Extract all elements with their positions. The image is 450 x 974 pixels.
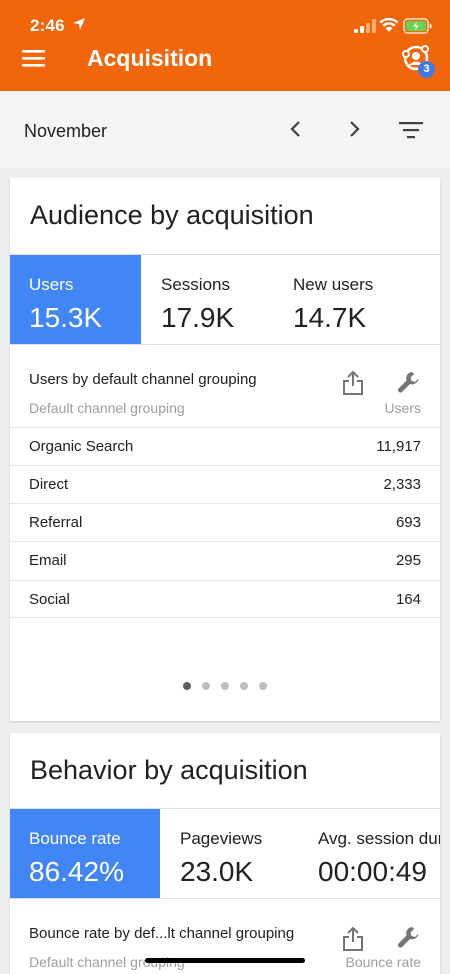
account-badge: 3: [418, 61, 435, 78]
previous-period-button[interactable]: [286, 118, 306, 140]
metric-value: 14.7K: [293, 302, 367, 333]
row-value: 2,333: [383, 476, 421, 493]
wrench-icon[interactable]: [396, 924, 424, 952]
row-value: 164: [395, 591, 421, 608]
metric-pageviews[interactable]: Pageviews 23.0K: [160, 809, 298, 898]
metric-label: Pageviews: [180, 829, 263, 848]
behavior-card: Behavior by acquisition Bounce rate 86.4…: [10, 733, 440, 974]
filter-button[interactable]: [398, 120, 424, 140]
metric-value: 23.0K: [180, 856, 254, 887]
page-dot[interactable]: [259, 682, 267, 690]
table-row[interactable]: Referral 693: [10, 503, 440, 541]
cellular-signal-icon: [354, 19, 376, 33]
page-dot[interactable]: [183, 682, 191, 690]
metric-value: 17.9K: [161, 302, 235, 333]
menu-button[interactable]: [21, 47, 47, 69]
metric-value: 15.3K: [29, 302, 103, 333]
date-bar: November: [0, 91, 450, 168]
page-title: Acquisition: [87, 45, 213, 71]
metric-value: 00:00:49: [318, 856, 427, 887]
column-header-users: Users: [384, 400, 421, 416]
battery-icon: [403, 18, 432, 34]
audience-card: Audience by acquisition Users 15.3K Sess…: [10, 178, 440, 721]
share-icon[interactable]: [342, 370, 364, 396]
row-channel: Organic Search: [29, 438, 134, 455]
metric-label: New users: [293, 275, 374, 294]
status-bar: 2:46: [0, 0, 450, 44]
row-value: 11,917: [376, 438, 421, 455]
metric-label: Avg. session dur: [318, 829, 440, 848]
page-dot[interactable]: [202, 682, 210, 690]
metric-sessions[interactable]: Sessions 17.9K: [141, 255, 273, 344]
page-dot[interactable]: [240, 682, 248, 690]
page-dot[interactable]: [221, 682, 229, 690]
wrench-icon[interactable]: [396, 369, 424, 397]
behavior-metrics: Bounce rate 86.42% Pageviews 23.0K Avg. …: [10, 808, 440, 899]
app-bar: 2:46 Acquisition 3: [0, 0, 450, 91]
column-header-channel: Default channel grouping: [29, 400, 185, 416]
next-period-button[interactable]: [344, 118, 364, 140]
row-channel: Social: [29, 591, 70, 608]
column-header-bounce-rate: Bounce rate: [345, 954, 422, 970]
date-range-label[interactable]: November: [24, 121, 107, 142]
row-value: 693: [395, 514, 421, 531]
row-channel: Referral: [29, 514, 83, 531]
share-icon[interactable]: [342, 926, 364, 952]
row-channel: Direct: [29, 476, 69, 493]
behavior-card-title: Behavior by acquisition: [30, 755, 308, 785]
table-row[interactable]: Organic Search 11,917: [10, 427, 440, 465]
metric-label: Sessions: [161, 275, 230, 294]
metric-new-users[interactable]: New users 14.7K: [273, 255, 440, 344]
metric-label: Users: [29, 275, 74, 294]
table-row[interactable]: Email 295: [10, 541, 440, 579]
home-indicator[interactable]: [145, 958, 305, 963]
table-row[interactable]: Social 164: [10, 580, 440, 618]
page-indicator[interactable]: [183, 682, 273, 690]
row-channel: Email: [29, 552, 67, 569]
metric-users[interactable]: Users 15.3K: [10, 255, 141, 344]
audience-metrics: Users 15.3K Sessions 17.9K New users 14.…: [10, 254, 440, 345]
table-title: Users by default channel grouping: [29, 371, 257, 388]
row-value: 295: [395, 552, 421, 569]
location-arrow-icon: [73, 18, 85, 30]
metric-label: Bounce rate: [29, 829, 121, 848]
status-time: 2:46: [30, 16, 65, 35]
wifi-icon: [379, 17, 399, 32]
metric-value: 86.42%: [29, 856, 124, 887]
metric-avg-session-duration[interactable]: Avg. session dur 00:00:49: [298, 809, 440, 898]
table-row[interactable]: Direct 2,333: [10, 465, 440, 503]
audience-card-title: Audience by acquisition: [30, 200, 314, 230]
table-title: Bounce rate by def...lt channel grouping: [29, 925, 295, 942]
metric-bounce-rate[interactable]: Bounce rate 86.42%: [10, 809, 160, 898]
